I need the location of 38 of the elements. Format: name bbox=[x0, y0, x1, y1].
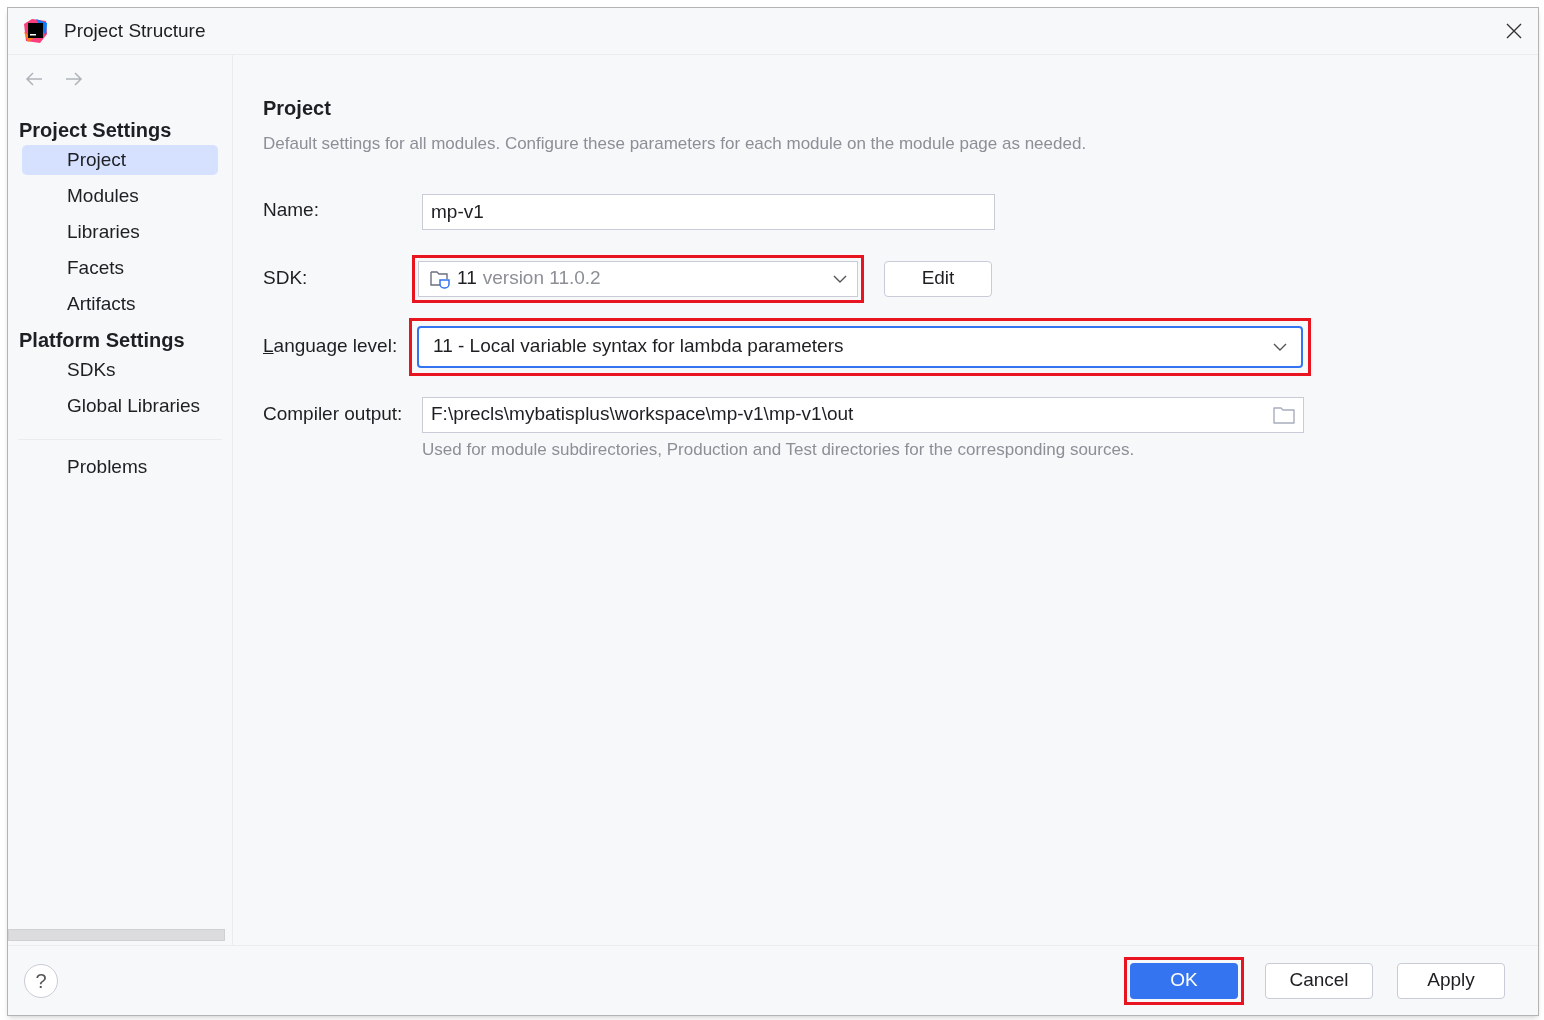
name-input-field[interactable]: mp-v1 bbox=[422, 193, 995, 230]
sidebar-section-title: Platform Settings bbox=[18, 328, 186, 353]
field-label: SDK: bbox=[263, 266, 309, 291]
edit-button[interactable]: Edit bbox=[884, 260, 992, 297]
sidebar-section-title: Project Settings bbox=[18, 118, 173, 143]
chevron-down-icon bbox=[833, 274, 847, 283]
sidebar-item[interactable]: Modules bbox=[22, 181, 218, 211]
app-logo-icon bbox=[22, 18, 48, 44]
sidebar-item[interactable]: Problems bbox=[22, 452, 218, 482]
forward-arrow-icon[interactable] bbox=[64, 71, 84, 87]
help-button[interactable]: ? bbox=[24, 963, 58, 998]
sdk-dropdown[interactable]: 11 version 11.0.2 bbox=[418, 260, 858, 297]
sdk-version: version 11.0.2 bbox=[482, 266, 601, 291]
ok-button[interactable]: OK bbox=[1130, 962, 1238, 999]
sidebar-item[interactable]: Project bbox=[22, 145, 218, 175]
chevron-down-icon bbox=[1273, 342, 1287, 351]
field-label: Language level: bbox=[263, 334, 399, 359]
sidebar-item[interactable]: Artifacts bbox=[22, 289, 218, 319]
close-icon[interactable] bbox=[1506, 23, 1522, 39]
dropdown-value: 11 - Local variable syntax for lambda parameters bbox=[433, 334, 844, 359]
section-title: Project bbox=[263, 96, 332, 121]
field-hint: Used for module subdirectories, Production and Test directories for the corresponding sources. bbox=[422, 438, 1136, 461]
sidebar-item[interactable]: SDKs bbox=[22, 355, 218, 385]
sidebar-item[interactable]: Facets bbox=[22, 253, 218, 283]
language-level-dropdown[interactable]: 11 - Local variable syntax for lambda parameters bbox=[417, 325, 1303, 368]
sidebar-item[interactable]: Global Libraries bbox=[22, 391, 218, 421]
window-title: Project Structure bbox=[64, 18, 206, 43]
folder-icon[interactable] bbox=[1273, 405, 1295, 424]
sidebar-item[interactable]: Libraries bbox=[22, 217, 218, 247]
scrollbar[interactable] bbox=[8, 929, 225, 941]
field-label: Name: bbox=[263, 198, 320, 223]
section-description: Default settings for all modules. Configure these parameters for each module on the module page as needed. bbox=[263, 133, 1088, 155]
sdk-name: 11 bbox=[457, 266, 477, 291]
dialog-button[interactable]: Cancel bbox=[1265, 962, 1373, 999]
back-arrow-icon[interactable] bbox=[24, 71, 44, 87]
dialog-button[interactable]: Apply bbox=[1397, 962, 1505, 999]
compiler-output-field[interactable]: F:\precls\mybatisplus\workspace\mp-v1\mp-v1\out bbox=[422, 396, 1304, 433]
field-label: Compiler output: bbox=[263, 402, 404, 427]
